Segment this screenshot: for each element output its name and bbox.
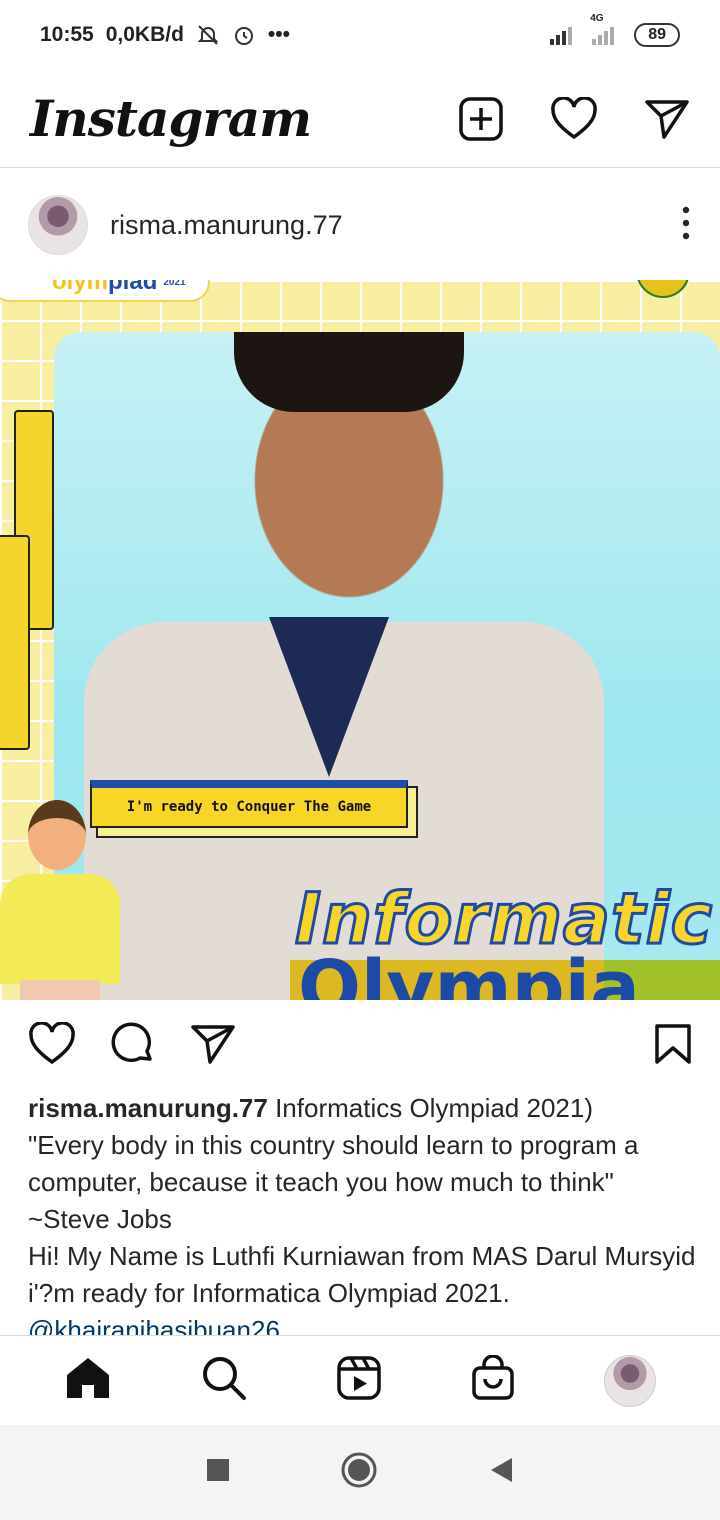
comment-icon[interactable] [110,1021,156,1072]
reels-icon[interactable] [336,1355,382,1406]
battery-indicator: 89 [634,23,680,47]
badge-text-a: olym [52,280,109,295]
caption-username[interactable]: risma.manurung.77 [28,1093,268,1123]
direct-message-icon[interactable] [644,98,690,140]
instagram-logo[interactable]: Instagram [30,89,312,148]
bookmark-icon[interactable] [654,1023,692,1069]
new-post-icon[interactable] [458,96,504,142]
search-icon[interactable] [201,1355,247,1406]
network-type: 4G [590,13,604,24]
avatar[interactable] [28,195,88,255]
person-hair [234,332,464,412]
post-caption: risma.manurung.77 Informatics Olympiad 2… [28,1090,698,1335]
app-header: Instagram [0,70,720,168]
heart-icon[interactable] [550,96,598,141]
more-options-icon[interactable] [680,205,692,246]
post-actions [0,1000,720,1092]
status-bar: 10:55 0,0KB/d ••• 4G 89 [0,0,720,70]
system-navigation-bar [0,1425,720,1520]
image-title-informatics: Informatic [293,877,714,962]
bottom-navigation [0,1335,720,1425]
caption-line: ~Steve Jobs [28,1204,172,1234]
caption-line: Informatics Olympiad 2021) [267,1093,593,1123]
badge-year: 2021 [163,280,186,288]
home-icon[interactable] [64,1355,112,1406]
caption-mention[interactable]: @khairanihasibuan26 [28,1315,280,1335]
olympiad-badge: olym piad 2021 [0,280,210,302]
badge-text-b: piad [108,280,158,295]
shop-icon[interactable] [471,1354,515,1406]
mute-icon [196,23,220,47]
caption-line: "Every body in this country should learn… [28,1130,639,1197]
post-header: risma.manurung.77 [0,170,720,280]
home-button-icon[interactable] [340,1451,378,1494]
decor-panel [0,535,30,750]
alarm-icon [232,23,256,47]
network-speed: 0,0KB/d [105,23,184,46]
signal-icon [550,25,578,45]
signal-4g-icon: 4G [590,13,620,45]
back-icon[interactable] [488,1456,514,1489]
more-notifications: ••• [267,23,290,46]
profile-avatar[interactable] [603,1354,656,1407]
post-username[interactable]: risma.manurung.77 [110,210,343,241]
university-logo [636,280,690,298]
recent-apps-icon[interactable] [206,1458,230,1487]
caption-line: Hi! My Name is Luthfi Kurniawan from MAS… [28,1241,696,1308]
share-icon[interactable] [190,1023,236,1070]
like-heart-icon[interactable] [28,1020,76,1071]
cartoon-character [0,800,170,1000]
clock: 10:55 [40,23,94,46]
post-image[interactable]: olym piad 2021 I'm ready to Conquer The G… [0,280,720,1000]
